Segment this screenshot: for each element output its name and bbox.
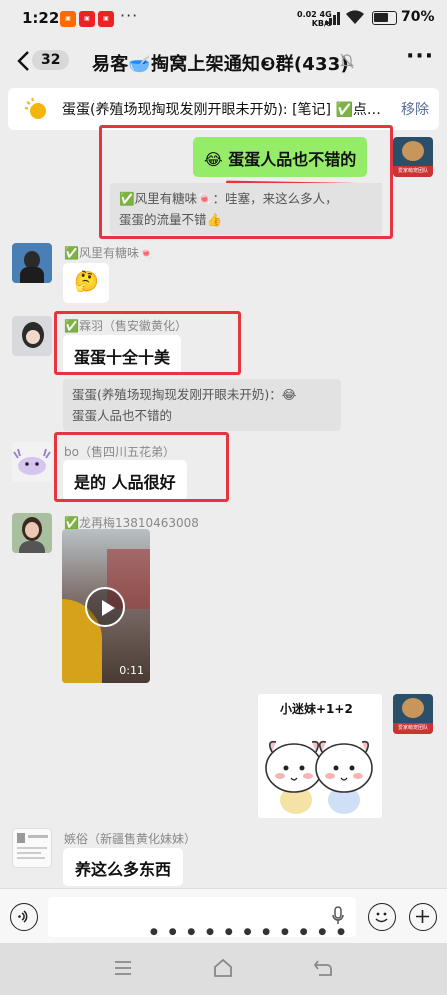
pinned-message-bar[interactable]: 蛋蛋(养殖场现掏现发刚开眼未开奶): [笔记] ✅点… 移除 — [8, 88, 439, 130]
message-bubble[interactable]: 是的 人品很好 — [63, 460, 187, 500]
unread-count-badge[interactable]: 32 — [32, 50, 70, 70]
battery-level — [374, 13, 388, 22]
quoted-message[interactable]: ✅风里有糖味🍬：哇塞，来这么多人， 蛋蛋的流量不错👍 — [110, 183, 382, 235]
emoji-button[interactable] — [368, 903, 396, 931]
video-duration: 0:11 — [119, 664, 144, 677]
message-bubble[interactable]: 😂 蛋蛋人品也不错的 — [193, 137, 368, 177]
avatar[interactable] — [12, 513, 52, 553]
avatar[interactable] — [12, 828, 52, 868]
quoted-line: 蛋蛋(养殖场现掏现发刚开眼未开奶)：😂 — [72, 387, 297, 402]
pinned-message-text: 蛋蛋(养殖场现掏现发刚开眼未开奶): [笔记] ✅点… — [62, 102, 381, 118]
signal-icon — [325, 11, 340, 25]
avatar-caption: 爱家萌宠团队 — [393, 723, 433, 734]
app-notification-icon: ▣ — [79, 11, 95, 27]
sun-icon — [24, 97, 46, 119]
sticker-message[interactable]: 小迷妹+1+2 — [258, 694, 382, 818]
quoted-line: 蛋蛋人品也不错的 — [72, 408, 173, 423]
quoted-message[interactable]: 蛋蛋(养殖场现掏现发刚开眼未开奶)：😂 蛋蛋人品也不错的 — [63, 379, 341, 431]
back-arrow-icon[interactable] — [14, 48, 34, 74]
chat-header: 32 易客🥣掏窝上架通知❸群(433) ··· — [0, 38, 447, 84]
input-bar: ● ● ● ● ● ● ● ● ● ● ● — [0, 888, 447, 943]
remove-pinned-button[interactable]: 移除 — [401, 99, 429, 119]
menu-icon[interactable] — [113, 959, 133, 977]
back-icon[interactable] — [312, 957, 334, 979]
avatar[interactable] — [12, 316, 52, 356]
message-bubble[interactable]: 养这么多东西 — [63, 848, 184, 886]
emoji-icon — [375, 912, 388, 923]
avatar-caption: 爱家萌宠团队 — [393, 166, 433, 177]
message-bubble[interactable]: 蛋蛋十全十美 — [63, 335, 182, 375]
my-avatar[interactable]: 爱家萌宠团队 — [393, 694, 433, 734]
more-options-button[interactable]: ··· — [406, 44, 434, 69]
status-bar: 1:22 ▣ ▣ ▣ ··· 0.02 4G KB/s 70% — [0, 0, 447, 38]
battery-icon — [372, 11, 397, 25]
more-functions-button[interactable] — [409, 903, 437, 931]
status-more-dots: ··· — [120, 6, 139, 25]
home-icon[interactable] — [212, 957, 234, 979]
microphone-icon[interactable] — [331, 906, 345, 926]
status-time: 1:22 — [22, 9, 60, 27]
message-bubble[interactable]: 🤔 — [63, 263, 109, 303]
axolotl-icon — [13, 448, 51, 475]
sender-name: bo（售四川五花弟） — [64, 445, 175, 459]
sender-name: ✅风里有糖味🍬 — [64, 246, 154, 260]
battery-percent: 70% — [401, 9, 435, 25]
quoted-line: 蛋蛋的流量不错👍 — [119, 212, 223, 227]
my-avatar[interactable]: 爱家萌宠团队 — [393, 137, 433, 177]
voice-input-button[interactable] — [10, 903, 38, 931]
sender-name: 嫉俗（新疆售黄化妹妹） — [64, 832, 197, 846]
mute-bell-icon — [340, 53, 354, 69]
app-notification-icon: ▣ — [98, 11, 114, 27]
wifi-icon — [346, 10, 364, 24]
app-notification-icon: ▣ — [60, 11, 76, 27]
voice-icon — [18, 910, 28, 923]
sender-name: ✅霖羽（售安徽黄化） — [64, 319, 187, 333]
chat-title: 易客🥣掏窝上架通知❸群(433) — [92, 54, 349, 75]
quoted-line: ✅风里有糖味🍬：哇塞，来这么多人， — [119, 191, 338, 206]
avatar[interactable] — [12, 243, 52, 283]
sticker-image — [265, 740, 373, 814]
page-indicator: ● ● ● ● ● ● ● ● ● ● ● — [150, 927, 349, 937]
avatar[interactable] — [12, 442, 52, 482]
plus-icon — [416, 910, 429, 923]
play-icon[interactable] — [85, 587, 125, 627]
video-message[interactable]: 0:11 — [62, 529, 150, 683]
system-navigation-bar — [0, 943, 447, 995]
